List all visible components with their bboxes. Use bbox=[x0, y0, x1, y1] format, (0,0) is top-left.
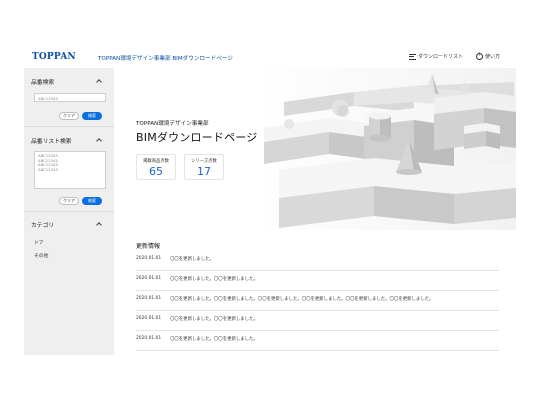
hero-title: BIMダウンロードページ bbox=[136, 131, 258, 144]
product-search-clear-button[interactable]: クリア bbox=[59, 112, 79, 120]
news-title: 更新情報 bbox=[136, 243, 161, 250]
news-item[interactable]: 2020.01.01 〇〇を更新しました。〇〇を更新しました。 bbox=[136, 311, 499, 331]
site-title: TOPPAN環境デザイン事業部 BIMダウンロードページ bbox=[98, 56, 233, 62]
news-date: 2020.01.01 bbox=[136, 336, 162, 341]
news-date: 2020.01.01 bbox=[136, 256, 162, 261]
stat-label: シリーズ点数 bbox=[191, 159, 217, 164]
divider bbox=[24, 126, 114, 127]
news-item[interactable]: 2020.01.01 〇〇を更新しました。〇〇を更新しました。 bbox=[136, 331, 499, 351]
stat-label: 掲載商品点数 bbox=[143, 159, 169, 164]
question-icon: ? bbox=[476, 53, 483, 60]
news-text: 〇〇を更新しました。〇〇を更新しました。 bbox=[170, 277, 258, 282]
hero-banner: TOPPAN環境デザイン事業部 BIMダウンロードページ 掲載商品点数 65 シ… bbox=[114, 68, 516, 230]
sidebar: 品番検索 ABC12345 クリア 検索 品番リスト検索 ABC12345 AB… bbox=[24, 68, 114, 355]
hero-3d-blocks-image bbox=[114, 68, 516, 230]
stat-card-products: 掲載商品点数 65 bbox=[136, 154, 176, 180]
news-text: 〇〇を更新しました。〇〇を更新しました。 bbox=[170, 317, 258, 322]
download-list-label: ダウンロードリスト bbox=[418, 54, 464, 60]
product-search-input-value: ABC12345 bbox=[38, 96, 58, 101]
stat-card-series: シリーズ点数 17 bbox=[184, 154, 224, 180]
category-item-door[interactable]: ドア bbox=[34, 239, 44, 246]
list-search-line: ABC12345 bbox=[38, 166, 58, 172]
category-item-other[interactable]: その他 bbox=[34, 252, 48, 259]
news-text: 〇〇を更新しました。 bbox=[170, 257, 214, 262]
news-date: 2020.01.01 bbox=[136, 276, 162, 281]
news-text: 〇〇を更新しました。〇〇を更新しました。 bbox=[170, 337, 258, 342]
list-search-clear-button[interactable]: クリア bbox=[59, 197, 79, 205]
help-link[interactable]: ? 使い方 bbox=[476, 53, 500, 60]
news-item[interactable]: 2020.01.01 〇〇を更新しました。 bbox=[136, 251, 499, 271]
news-date: 2020.01.01 bbox=[136, 296, 162, 301]
list-search-textarea[interactable]: ABC12345 ABC12345 ABC12345 ABC12345 bbox=[34, 151, 106, 189]
news-text: 〇〇を更新しました。〇〇を更新しました。〇〇を更新しました。〇〇を更新しました。… bbox=[170, 297, 434, 302]
list-icon bbox=[409, 53, 416, 60]
news-date: 2020.01.01 bbox=[136, 316, 162, 321]
divider bbox=[24, 211, 114, 212]
help-label: 使い方 bbox=[485, 54, 501, 60]
list-search-button[interactable]: 検索 bbox=[82, 197, 102, 205]
chevron-up-icon[interactable] bbox=[96, 138, 102, 144]
product-search-button[interactable]: 検索 bbox=[82, 112, 102, 120]
product-search-input[interactable]: ABC12345 bbox=[34, 93, 106, 102]
chevron-up-icon[interactable] bbox=[96, 79, 102, 85]
product-search-title: 品番検索 bbox=[31, 80, 55, 86]
category-title: カテゴリ bbox=[31, 223, 55, 229]
header: TOPPAN TOPPAN環境デザイン事業部 BIMダウンロードページ ダウンロ… bbox=[24, 50, 516, 67]
stat-value: 65 bbox=[149, 165, 163, 178]
list-search-title: 品番リスト検索 bbox=[31, 139, 72, 145]
page: TOPPAN TOPPAN環境デザイン事業部 BIMダウンロードページ ダウンロ… bbox=[0, 0, 540, 405]
chevron-up-icon[interactable] bbox=[96, 222, 102, 228]
news-item[interactable]: 2020.01.01 〇〇を更新しました。〇〇を更新しました。 bbox=[136, 271, 499, 291]
stat-value: 17 bbox=[197, 165, 211, 178]
hero-subtitle: TOPPAN環境デザイン事業部 bbox=[136, 121, 209, 127]
news-item[interactable]: 2020.01.01 〇〇を更新しました。〇〇を更新しました。〇〇を更新しました… bbox=[136, 291, 499, 311]
toppan-logo[interactable]: TOPPAN bbox=[32, 52, 76, 62]
download-list-link[interactable]: ダウンロードリスト bbox=[409, 53, 463, 60]
